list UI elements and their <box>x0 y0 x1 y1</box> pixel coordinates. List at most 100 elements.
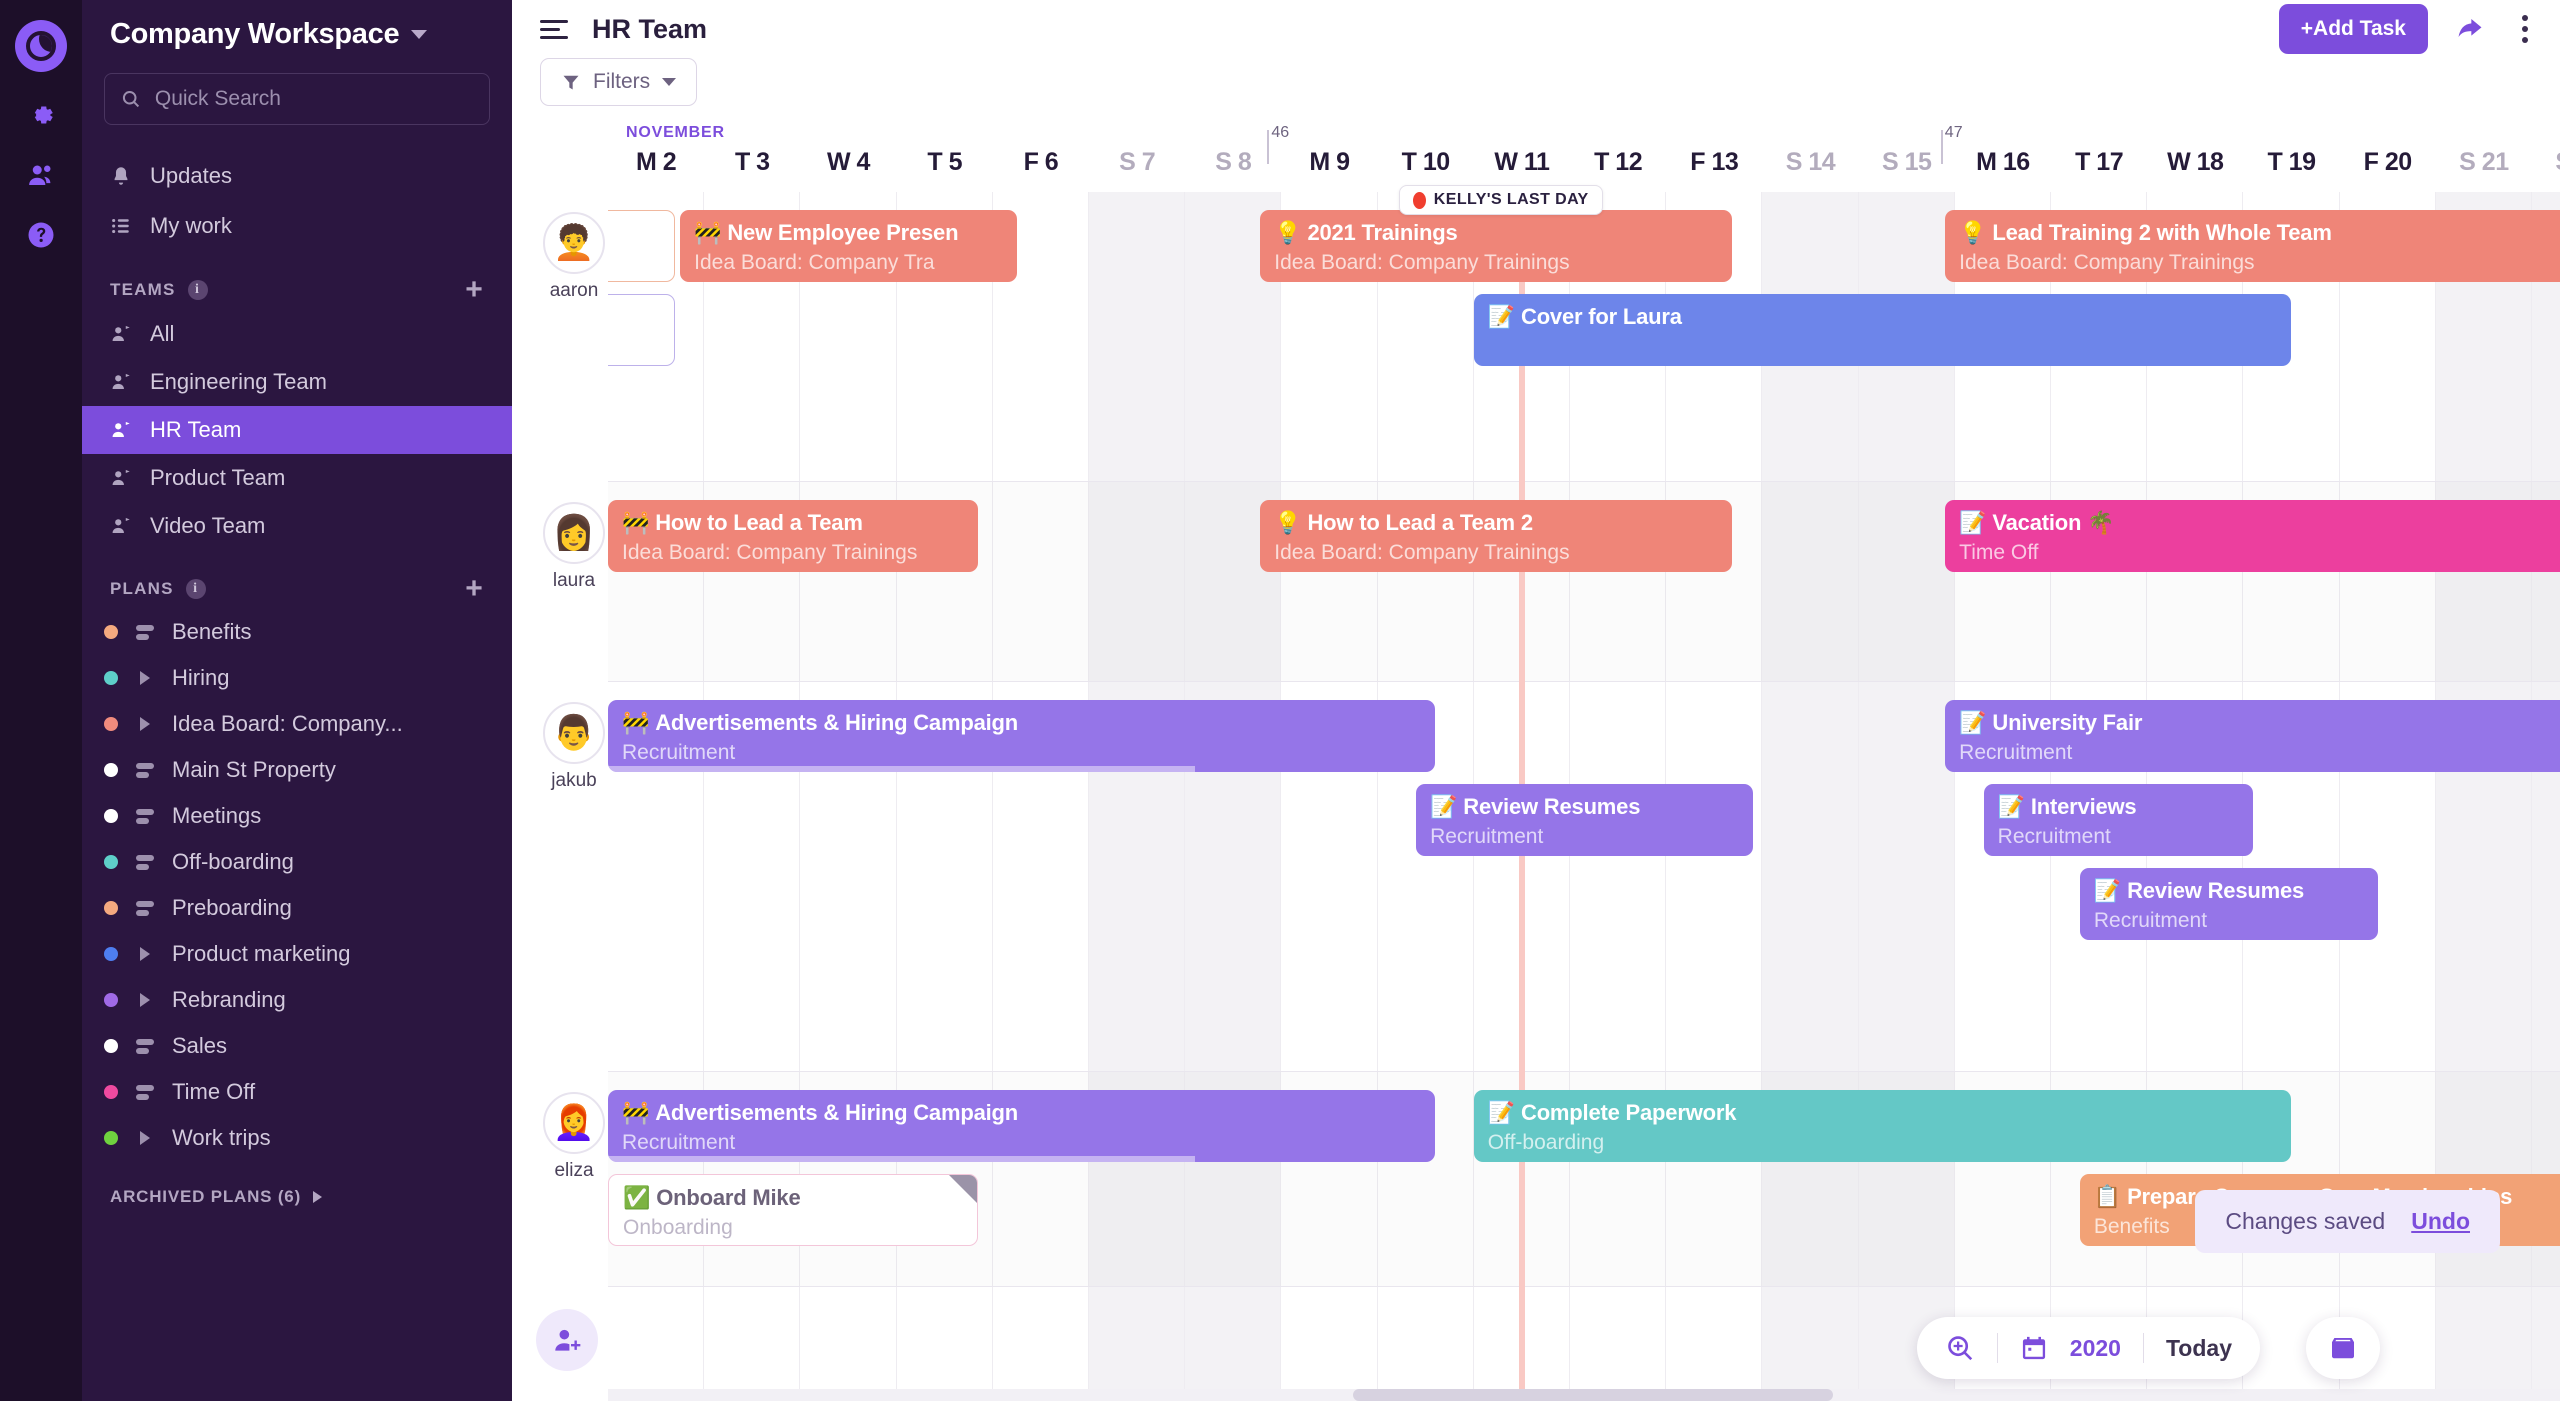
people-icon[interactable] <box>24 158 58 192</box>
year-label[interactable]: 2020 <box>2070 1335 2121 1362</box>
sidebar-item-plan[interactable]: Work trips <box>82 1115 512 1161</box>
team-icon <box>112 469 130 485</box>
task-bar[interactable]: 📝 University Fair Recruitment <box>1945 700 2560 772</box>
plan-bars-icon[interactable] <box>134 1038 156 1054</box>
sidebar-item-team-video[interactable]: Video Team <box>82 502 512 550</box>
task-title: 💡 How to Lead a Team 2 <box>1274 510 1533 535</box>
sidebar-item-plan[interactable]: Preboarding <box>82 885 512 931</box>
search-input[interactable] <box>154 87 473 111</box>
inbox-icon[interactable] <box>2328 1333 2358 1363</box>
plan-bars-icon[interactable] <box>134 624 156 640</box>
plan-bars-icon[interactable] <box>134 1084 156 1100</box>
sidebar-item-plan[interactable]: Benefits <box>82 609 512 655</box>
assignee-cell[interactable]: 👩 laura <box>536 502 612 592</box>
search-box[interactable] <box>104 73 490 125</box>
scrollbar-thumb[interactable] <box>1353 1389 1833 1401</box>
info-icon[interactable]: i <box>185 578 206 599</box>
milestone-kellys-last-day[interactable]: KELLY'S LAST DAY <box>1398 185 1603 215</box>
add-person-icon[interactable] <box>536 1309 598 1371</box>
avatar[interactable]: 👨 <box>543 702 605 764</box>
task-bar[interactable]: ✅ Onboard Mike Onboarding <box>608 1174 979 1246</box>
assignee-cell[interactable]: 👩‍🦰 eliza <box>536 1092 612 1182</box>
hamburger-icon[interactable] <box>540 19 570 39</box>
inbox-control[interactable] <box>2306 1317 2380 1379</box>
task-bar[interactable]: 🚧 How to Lead a Team Idea Board: Company T… <box>608 500 979 572</box>
zoom-in-icon[interactable] <box>1945 1333 1975 1363</box>
task-bar[interactable]: 💡 How to Lead a Team 2 Idea Board: Company… <box>1260 500 1732 572</box>
plans-list: Benefits Hiring Idea Board: Company... Main… <box>82 609 512 1161</box>
app-logo-icon[interactable] <box>15 20 67 72</box>
task-bar[interactable]: 📝 Review Resumes Recruitment <box>1416 784 1753 856</box>
day-header-cell: S 14 <box>1785 148 1836 176</box>
gear-icon[interactable] <box>24 98 58 132</box>
chevron-right-icon[interactable] <box>134 717 156 731</box>
sidebar-item-team-hr[interactable]: HR Team <box>82 406 512 454</box>
chevron-right-icon[interactable] <box>134 1131 156 1145</box>
chevron-right-icon[interactable] <box>134 671 156 685</box>
sidebar-item-plan[interactable]: Meetings <box>82 793 512 839</box>
task-bar[interactable]: 📝 Cover for Laura <box>1473 294 2292 366</box>
sidebar-item-plan[interactable]: Hiring <box>82 655 512 701</box>
plan-bars-icon[interactable] <box>134 900 156 916</box>
plan-label: Idea Board: Company... <box>172 711 403 736</box>
assignee-cell[interactable]: 🧑‍🦱 aaron <box>536 212 612 302</box>
assignee-cell[interactable]: 👨 jakub <box>536 702 612 792</box>
share-icon[interactable] <box>2454 13 2486 45</box>
day-header-cell: T 3 <box>734 148 770 176</box>
task-bar[interactable]: 💡 Lead Training 2 with Whole Team Idea Boa… <box>1945 210 2560 282</box>
help-icon[interactable] <box>24 218 58 252</box>
day-header-cell: S 22 <box>2532 148 2560 177</box>
undo-link[interactable]: Undo <box>2411 1208 2470 1235</box>
task-bar[interactable]: 🚧 Advertisements & Hiring Campaign Recruit… <box>608 700 1436 772</box>
assignee-name: jakub <box>551 770 597 791</box>
plan-bars-icon[interactable] <box>134 762 156 778</box>
filter-bar: Filters <box>512 58 2560 120</box>
more-vertical-icon[interactable] <box>2512 11 2538 47</box>
sidebar-item-plan[interactable]: Rebranding <box>82 977 512 1023</box>
task-bar[interactable]: 📝 Vacation 🌴 Time Off <box>1945 500 2560 572</box>
info-icon[interactable]: i <box>187 279 208 300</box>
task-bar[interactable]: 📝 Complete Paperwork Off-boarding <box>1473 1090 2292 1162</box>
filters-button[interactable]: Filters <box>540 58 698 106</box>
avatar[interactable]: 👩 <box>543 502 605 564</box>
task-bar[interactable]: 💡 2021 Trainings Idea Board: Company Train… <box>1260 210 1732 282</box>
sidebar-item-plan[interactable]: Sales <box>82 1023 512 1069</box>
day-header-cell: M 16 <box>1976 148 2030 176</box>
sidebar-item-plan[interactable]: Main St Property <box>82 747 512 793</box>
task-plan-label: Recruitment <box>1997 824 2111 848</box>
task-title: 📝 Review Resumes <box>2093 878 2305 903</box>
sidebar-item-team-engineering[interactable]: Engineering Team <box>82 358 512 406</box>
plan-bars-icon[interactable] <box>134 808 156 824</box>
sidebar-item-plan[interactable]: Idea Board: Company... <box>82 701 512 747</box>
task-bar[interactable]: 📝 Interviews Recruitment <box>1983 784 2254 856</box>
plan-color-dot <box>104 671 118 685</box>
calendar-icon[interactable] <box>2020 1334 2048 1362</box>
chevron-right-icon[interactable] <box>134 993 156 1007</box>
add-task-button[interactable]: +Add Task <box>2278 4 2428 54</box>
sidebar-item-plan[interactable]: Product marketing <box>82 931 512 977</box>
sidebar-item-team-all[interactable]: All <box>82 310 512 358</box>
plan-bars-icon[interactable] <box>134 854 156 870</box>
task-bar[interactable]: 🚧 Advertisements & Hiring Campaign Recruit… <box>608 1090 1436 1162</box>
sidebar-item-team-product[interactable]: Product Team <box>82 454 512 502</box>
add-plan-button[interactable]: + <box>465 574 484 604</box>
day-header-cell: S 7 <box>1119 148 1156 176</box>
avatar[interactable]: 👩‍🦰 <box>543 1092 605 1154</box>
add-team-button[interactable]: + <box>465 275 484 305</box>
nav-item-my-work[interactable]: My work <box>82 201 512 251</box>
task-plan-label: Off-boarding <box>1487 1130 1605 1154</box>
plan-color-dot <box>104 809 118 823</box>
workspace-switcher[interactable]: Company Workspace <box>82 0 512 57</box>
archived-plans-toggle[interactable]: ARCHIVED PLANS (6) <box>82 1161 512 1233</box>
sidebar-item-plan[interactable]: Off-boarding <box>82 839 512 885</box>
day-header-cell: T 10 <box>1401 148 1451 176</box>
chevron-right-icon[interactable] <box>134 947 156 961</box>
sidebar: Company Workspace Updates My work TEAMS … <box>82 0 512 1401</box>
nav-item-updates[interactable]: Updates <box>82 151 512 201</box>
horizontal-scrollbar[interactable] <box>608 1389 2560 1401</box>
task-bar[interactable]: 📝 Review Resumes Recruitment <box>2079 868 2379 940</box>
task-bar[interactable]: 🚧 New Employee Presen Idea Board: Company … <box>680 210 1017 282</box>
today-button[interactable]: Today <box>2166 1335 2232 1362</box>
sidebar-item-plan[interactable]: Time Off <box>82 1069 512 1115</box>
avatar[interactable]: 🧑‍🦱 <box>543 212 605 274</box>
